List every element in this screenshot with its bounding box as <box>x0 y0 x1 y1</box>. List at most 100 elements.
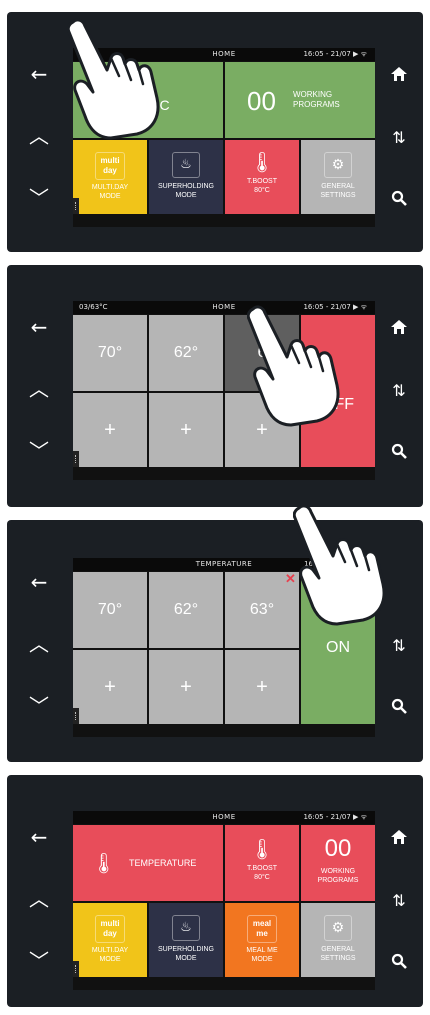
superholding-label-1: SUPERHOLDING <box>157 946 214 953</box>
left-nav: ← ︿ ﹀ <box>19 317 59 503</box>
general-settings-tile[interactable]: ⚙ GENERAL SETTINGS <box>301 903 375 977</box>
display-screen: HOME 16:05 - 21/07 ▶ ᯤ 🌡 TEMPERATURE 🌡 T… <box>73 811 375 990</box>
thermometer-boost-icon: 🌡 <box>249 152 275 174</box>
multiday-mode-tile[interactable]: multi day MULTI.DAY MODE <box>73 903 147 977</box>
working-programs-tile[interactable]: 00 WORKING PROGRAMS <box>301 825 375 901</box>
pointing-hand-icon <box>293 504 386 626</box>
multiday-label-1: MULTI.DAY <box>91 947 129 954</box>
chevron-down-icon[interactable]: ﹀ <box>19 188 59 208</box>
general-label-1: GENERAL <box>321 183 355 190</box>
chevron-up-icon[interactable]: ︿ <box>19 634 59 654</box>
panel-home-1: ← ︿ ﹀ ⇅ HOME 16:05 - 21/07 ▶ ᯤ 🌡 63°C 00… <box>7 12 423 252</box>
multiday-label-2: MODE <box>99 193 121 200</box>
tboost-label-2: 80°C <box>254 874 270 881</box>
multiday-label-1: MULTI.DAY <box>91 184 129 191</box>
thermometer-boost-icon: 🌡 <box>249 839 275 861</box>
chevron-down-icon[interactable]: ﹀ <box>19 951 59 971</box>
left-nav: ← ︿ ﹀ <box>19 827 59 1013</box>
tboost-label-1: T.BOOST <box>247 178 277 185</box>
programs-count: 00 <box>324 835 352 862</box>
swap-arrows-icon[interactable]: ⇅ <box>379 636 419 656</box>
back-arrow-icon[interactable]: ← <box>19 64 59 84</box>
tboost-label-2: 80°C <box>254 187 270 194</box>
mealme-icon: meal me <box>247 915 277 943</box>
panel-home-4: ← ︿ ﹀ ⇅ HOME 16:05 - 21/07 ▶ ᯤ 🌡 TEMPERA… <box>7 775 423 1007</box>
superholding-label-2: MODE <box>175 955 197 962</box>
multiday-label-2: MODE <box>99 956 121 963</box>
chevron-down-icon[interactable]: ﹀ <box>19 441 59 461</box>
superholding-icon: ♨ <box>172 915 200 941</box>
drawer-handle[interactable] <box>73 451 79 467</box>
back-arrow-icon[interactable]: ← <box>19 827 59 847</box>
right-nav: ⇅ <box>379 66 419 252</box>
multiday-icon: multi day <box>95 915 125 943</box>
superholding-mode-tile[interactable]: ♨ SUPERHOLDING MODE <box>149 140 223 214</box>
programs-label-2: PROGRAMS <box>293 100 340 109</box>
add-preset-button[interactable]: + <box>149 393 223 467</box>
status-bar: HOME 16:05 - 21/07 ▶ ᯤ <box>73 811 375 824</box>
add-preset-button[interactable]: + <box>73 650 147 724</box>
programs-label-2: PROGRAMS <box>317 877 359 884</box>
programs-count: 00 <box>247 86 276 116</box>
working-programs-tile[interactable]: 00 WORKING PROGRAMS <box>225 62 375 138</box>
preset-62-tile[interactable]: 62° <box>149 572 223 648</box>
drawer-handle[interactable] <box>73 708 79 724</box>
search-icon[interactable] <box>379 698 419 718</box>
temperature-label: TEMPERATURE <box>129 858 197 868</box>
thermometer-icon: 🌡 <box>91 853 117 875</box>
right-nav: ⇅ <box>379 319 419 505</box>
right-nav: ⇅ <box>379 829 419 1015</box>
chevron-up-icon[interactable]: ︿ <box>19 379 59 399</box>
preset-70-tile[interactable]: 70° <box>73 572 147 648</box>
preset-70-tile[interactable]: 70° <box>73 315 147 391</box>
clock: 16:05 - 21/07 ▶ ᯤ <box>303 50 367 58</box>
search-icon[interactable] <box>379 953 419 973</box>
general-label-2: SETTINGS <box>320 955 356 962</box>
multiday-mode-tile[interactable]: multi day MULTI.DAY MODE <box>73 140 147 214</box>
swap-arrows-icon[interactable]: ⇅ <box>379 381 419 401</box>
left-nav: ← ︿ ﹀ <box>19 64 59 250</box>
add-preset-button[interactable]: + <box>73 393 147 467</box>
tboost-tile[interactable]: 🌡 T.BOOST 80°C <box>225 140 299 214</box>
pointing-hand-icon <box>67 18 160 140</box>
superholding-mode-tile[interactable]: ♨ SUPERHOLDING MODE <box>149 903 223 977</box>
general-settings-tile[interactable]: ⚙ GENERAL SETTINGS <box>301 140 375 214</box>
pointing-hand-icon <box>247 305 340 427</box>
multiday-icon: multi day <box>95 152 125 180</box>
clock: 16:05 - 21/07 ▶ ᯤ <box>303 813 367 821</box>
left-nav: ← ︿ ﹀ <box>19 572 59 758</box>
swap-arrows-icon[interactable]: ⇅ <box>379 891 419 911</box>
panel-home-2: ← ︿ ﹀ ⇅ 03/63°C HOME 16:05 - 21/07 ▶ ᯤ 7… <box>7 265 423 507</box>
general-label-2: SETTINGS <box>320 192 356 199</box>
mealme-label-2: MODE <box>251 956 273 963</box>
swap-arrows-icon[interactable]: ⇅ <box>379 128 419 148</box>
superholding-label-1: SUPERHOLDING <box>157 183 214 190</box>
general-label-1: GENERAL <box>321 946 355 953</box>
home-icon[interactable] <box>379 319 419 339</box>
chevron-up-icon[interactable]: ︿ <box>19 126 59 146</box>
chevron-up-icon[interactable]: ︿ <box>19 889 59 909</box>
home-icon[interactable] <box>379 829 419 849</box>
add-preset-button[interactable]: + <box>149 650 223 724</box>
search-icon[interactable] <box>379 443 419 463</box>
drawer-handle[interactable] <box>73 961 79 977</box>
tboost-label-1: T.BOOST <box>247 865 277 872</box>
programs-label-1: WORKING <box>293 90 333 99</box>
chevron-down-icon[interactable]: ﹀ <box>19 696 59 716</box>
programs-label-1: WORKING <box>320 868 356 875</box>
temperature-tile[interactable]: 🌡 TEMPERATURE <box>73 825 223 901</box>
home-icon[interactable] <box>379 66 419 86</box>
add-preset-button[interactable]: + <box>225 650 299 724</box>
mealme-mode-tile[interactable]: meal me MEAL ME MODE <box>225 903 299 977</box>
panel-temperature: ← ︿ ﹀ ⇅ TEMPERATURE 16 70° 62° 63° ✕ + +… <box>7 504 423 762</box>
mealme-label-1: MEAL ME <box>246 947 278 954</box>
superholding-icon: ♨ <box>172 152 200 178</box>
search-icon[interactable] <box>379 190 419 210</box>
tboost-tile[interactable]: 🌡 T.BOOST 80°C <box>225 825 299 901</box>
drawer-handle[interactable] <box>73 198 79 214</box>
gear-icon: ⚙ <box>324 915 352 941</box>
back-arrow-icon[interactable]: ← <box>19 317 59 337</box>
gear-icon: ⚙ <box>324 152 352 178</box>
preset-62-tile[interactable]: 62° <box>149 315 223 391</box>
back-arrow-icon[interactable]: ← <box>19 572 59 592</box>
